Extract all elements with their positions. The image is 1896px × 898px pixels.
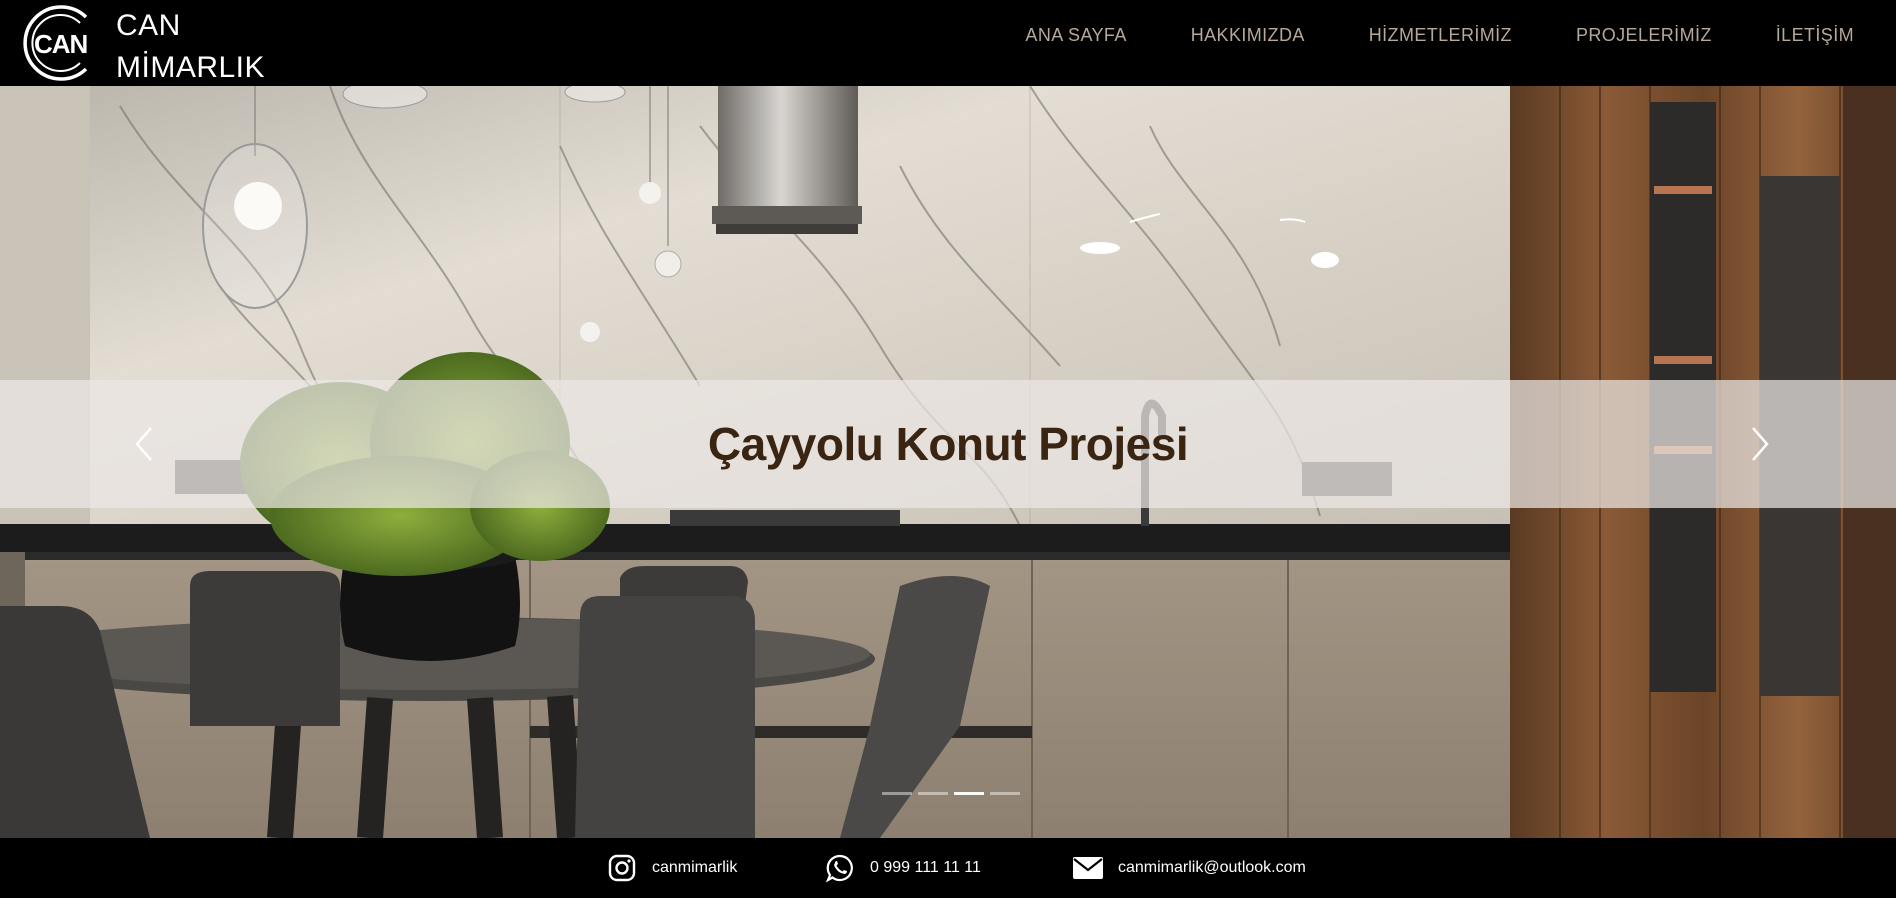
nav-item-services[interactable]: HİZMETLERİMİZ xyxy=(1369,25,1512,46)
brand[interactable]: CAN CAN MİMARLIK xyxy=(20,3,265,84)
instagram-icon xyxy=(606,852,638,884)
whatsapp-icon xyxy=(824,852,856,884)
carousel-next-button[interactable] xyxy=(1740,418,1780,470)
email-link[interactable]: canmimarlik@outlook.com xyxy=(1072,838,1306,898)
instagram-handle: canmimarlik xyxy=(652,859,738,876)
chevron-left-icon xyxy=(135,427,152,461)
hero-carousel: Çayyolu Konut Projesi xyxy=(0,86,1896,838)
slide-caption: Çayyolu Konut Projesi xyxy=(707,418,1189,470)
nav-item-about[interactable]: HAKKIMIZDA xyxy=(1191,25,1305,46)
carousel-indicator-1[interactable] xyxy=(882,792,912,795)
brand-name-line1: CAN xyxy=(116,9,181,42)
slide-caption-band: Çayyolu Konut Projesi xyxy=(0,380,1896,508)
carousel-indicator-2[interactable] xyxy=(918,792,948,795)
whatsapp-link[interactable]: 0 999 111 11 11 xyxy=(824,838,981,898)
brand-name-line2: MİMARLIK xyxy=(116,51,266,84)
logo[interactable]: CAN xyxy=(20,3,112,83)
carousel-indicator-3[interactable] xyxy=(954,792,984,795)
site-header: CAN CAN MİMARLIK ANA SAYFA HAKKIMIZDA Hİ… xyxy=(0,0,1896,86)
instagram-link[interactable]: canmimarlik xyxy=(606,838,737,898)
carousel-indicator-4[interactable] xyxy=(990,792,1020,795)
nav-item-contact[interactable]: İLETİŞİM xyxy=(1776,25,1854,46)
brand-name[interactable]: CAN MİMARLIK xyxy=(116,5,265,89)
chevron-right-icon xyxy=(1752,427,1769,461)
nav-item-projects[interactable]: PROJELERİMİZ xyxy=(1576,25,1712,46)
carousel-indicators xyxy=(882,792,1020,795)
email-address: canmimarlik@outlook.com xyxy=(1118,859,1306,876)
whatsapp-number: 0 999 111 11 11 xyxy=(870,859,981,876)
main-nav: ANA SAYFA HAKKIMIZDA HİZMETLERİMİZ PROJE… xyxy=(1025,0,1896,70)
envelope-icon xyxy=(1072,852,1104,884)
site-footer: canmimarlik 0 999 111 11 11 canmimarlik@… xyxy=(0,838,1896,898)
logo-text: CAN xyxy=(34,29,88,59)
nav-item-home[interactable]: ANA SAYFA xyxy=(1025,25,1126,46)
carousel-prev-button[interactable] xyxy=(124,418,164,470)
